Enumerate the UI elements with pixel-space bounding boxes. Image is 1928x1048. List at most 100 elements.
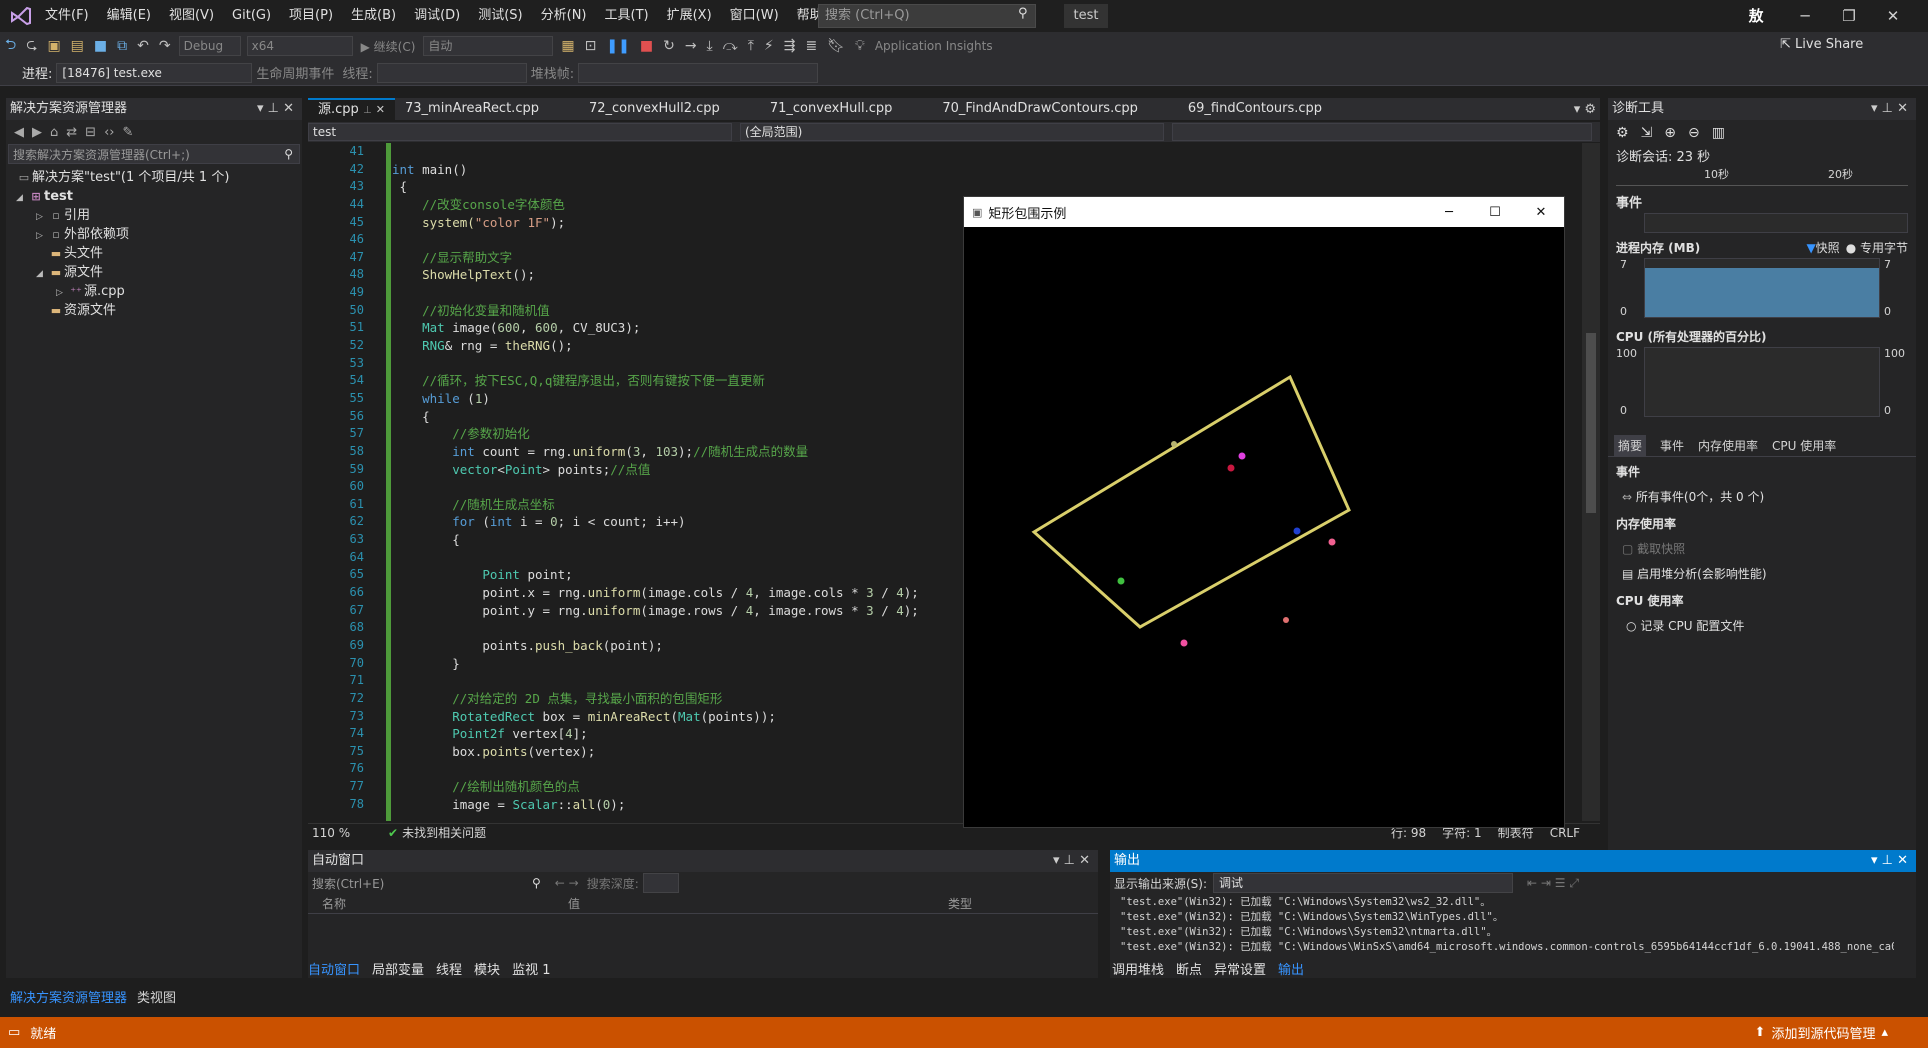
- threads-icon[interactable]: ⇶: [784, 38, 796, 54]
- tree-external-deps[interactable]: ▷ ▫ 外部依赖项: [6, 225, 302, 244]
- restart-icon[interactable]: ↻: [663, 38, 675, 54]
- output-toolbar-icons[interactable]: ⇤ ⇥ ☰ ⤢: [1527, 876, 1579, 891]
- autos-search-input[interactable]: 搜索(Ctrl+E): [312, 875, 532, 892]
- tab-overflow-icon[interactable]: ▾ ⚙: [1574, 102, 1596, 117]
- hot-reload-icon[interactable]: ⚡: [764, 38, 774, 54]
- issues-text[interactable]: 未找到相关问题: [402, 824, 486, 841]
- all-events-link[interactable]: ⇔ 所有事件(0个，共 0 个): [1622, 488, 1916, 505]
- save-icon[interactable]: ■: [94, 38, 107, 54]
- code-editor[interactable]: int main() { //改变console字体颜色 system("col…: [392, 143, 962, 821]
- pause-icon[interactable]: ❚❚: [606, 38, 629, 54]
- output-text[interactable]: "test.exe"(Win32): 已加载 "C:\Windows\Syste…: [1110, 894, 1894, 954]
- thread-select[interactable]: [376, 62, 527, 83]
- pin-icon[interactable]: ▾ ⊥ ✕: [1871, 850, 1908, 872]
- new-project-icon[interactable]: ▣: [47, 38, 60, 54]
- tab-watch1[interactable]: 监视 1: [512, 959, 550, 978]
- app-insights-icon[interactable]: 💡︎: [855, 38, 865, 54]
- scrollbar-thumb[interactable]: [1586, 333, 1596, 513]
- sync-icon[interactable]: ⇄: [66, 125, 77, 140]
- zoom-out-icon[interactable]: ⊖: [1688, 125, 1700, 141]
- save-all-icon[interactable]: ⧉: [117, 38, 127, 54]
- search-icon[interactable]: ⚲: [532, 876, 541, 890]
- tab-output[interactable]: 输出: [1278, 959, 1304, 978]
- menu-edit[interactable]: 编辑(E): [98, 0, 160, 32]
- open-folder-icon[interactable]: ▤: [71, 38, 84, 54]
- tab-threads[interactable]: 线程: [436, 959, 462, 978]
- tab-cpu-usage[interactable]: CPU 使用率: [1772, 437, 1836, 454]
- tree-references[interactable]: ▷ ▫ 引用: [6, 206, 302, 225]
- settings-icon[interactable]: ⚙: [1616, 125, 1629, 141]
- tab-class-view[interactable]: 类视图: [137, 987, 176, 1006]
- pin-icon[interactable]: ▾ ⊥ ✕: [257, 98, 294, 120]
- col-value[interactable]: 值: [568, 895, 948, 912]
- menu-git[interactable]: Git(G): [223, 0, 280, 32]
- tab-modules[interactable]: 模块: [474, 959, 500, 978]
- output-source-select[interactable]: 调试: [1213, 873, 1514, 893]
- live-share-button[interactable]: ⇱ Live Share: [1780, 37, 1863, 52]
- expand-icon[interactable]: ◢: [16, 189, 28, 208]
- back-icon[interactable]: ⮌: [5, 34, 16, 58]
- tree-source-files[interactable]: ◢ ▬ 源文件: [6, 263, 302, 282]
- tab-solution-explorer[interactable]: 解决方案资源管理器: [10, 987, 127, 1006]
- search-icon[interactable]: ⚲: [1018, 6, 1028, 21]
- tab-breakpoints[interactable]: 断点: [1176, 959, 1202, 978]
- bookmark-icon[interactable]: 🔖︎: [827, 38, 845, 54]
- restore-icon[interactable]: ❐: [1827, 0, 1871, 32]
- menu-tools[interactable]: 工具(T): [596, 0, 658, 32]
- process-select[interactable]: [18476] test.exe: [56, 62, 253, 83]
- project-select[interactable]: test: [308, 123, 732, 141]
- stackframe-select[interactable]: [578, 62, 819, 83]
- tree-source-cpp[interactable]: ▷ ⁺⁺ 源.cpp: [6, 282, 302, 301]
- menu-test[interactable]: 测试(S): [469, 0, 531, 32]
- format-icon[interactable]: ≣: [806, 38, 818, 54]
- col-type[interactable]: 类型: [948, 895, 972, 912]
- tab-min-area-rect[interactable]: 73_minAreaRect.cpp: [395, 98, 549, 120]
- pin-icon[interactable]: ⊥: [363, 105, 372, 116]
- pin-icon[interactable]: ▾ ⊥ ✕: [1053, 850, 1090, 872]
- zoom-in-icon[interactable]: ⊕: [1664, 125, 1676, 141]
- menu-view[interactable]: 视图(V): [160, 0, 223, 32]
- close-icon[interactable]: ✕: [1518, 205, 1564, 220]
- forward-icon[interactable]: ▶: [32, 125, 42, 140]
- search-input[interactable]: 搜索 (Ctrl+Q): [818, 4, 1036, 28]
- maximize-icon[interactable]: ☐: [1472, 205, 1518, 220]
- visual-studio-logo-icon[interactable]: [10, 6, 32, 26]
- properties-icon[interactable]: ✎: [122, 125, 133, 140]
- pin-icon[interactable]: ▾ ⊥ ✕: [1871, 98, 1908, 120]
- member-select[interactable]: [1172, 123, 1592, 141]
- record-cpu-button[interactable]: ○ 记录 CPU 配置文件: [1626, 617, 1916, 634]
- lifecycle-events-label[interactable]: 生命周期事件: [256, 63, 334, 82]
- screenshot-icon[interactable]: ⊡: [585, 38, 597, 54]
- tab-exception-settings[interactable]: 异常设置: [1214, 959, 1266, 978]
- tab-summary[interactable]: 摘要: [1614, 435, 1647, 456]
- opencv-title-bar[interactable]: ▣ 矩形包围示例 ─ ☐ ✕: [964, 197, 1564, 227]
- opencv-window[interactable]: ▣ 矩形包围示例 ─ ☐ ✕: [963, 196, 1565, 828]
- continue-button[interactable]: ▶ 继续(C): [361, 38, 416, 55]
- col-name[interactable]: 名称: [308, 895, 568, 912]
- redo-icon[interactable]: ↷: [159, 38, 171, 54]
- home-icon[interactable]: ⌂: [50, 125, 58, 140]
- scope-select[interactable]: (全局范围): [740, 123, 1164, 141]
- tab-locals[interactable]: 局部变量: [372, 959, 424, 978]
- auto-select[interactable]: 自动: [423, 36, 554, 56]
- heap-profiling-button[interactable]: ▤ 启用堆分析(会影响性能): [1622, 565, 1916, 582]
- collapse-icon[interactable]: ▷: [36, 227, 48, 246]
- menu-extensions[interactable]: 扩展(X): [658, 0, 721, 32]
- menu-analyze[interactable]: 分析(N): [532, 0, 596, 32]
- configuration-select[interactable]: Debug: [178, 36, 241, 56]
- menu-debug[interactable]: 调试(D): [405, 0, 469, 32]
- platform-select[interactable]: x64: [246, 36, 353, 56]
- export-icon[interactable]: ⇲: [1641, 125, 1653, 141]
- nav-arrows-icon[interactable]: ← →: [555, 876, 579, 890]
- editor-vertical-scrollbar[interactable]: [1582, 143, 1600, 821]
- forward-icon[interactable]: ⮎: [26, 34, 37, 58]
- tree-resource-files[interactable]: ▬ 资源文件: [6, 301, 302, 320]
- back-icon[interactable]: ◀: [14, 125, 24, 140]
- tree-project[interactable]: ◢ ⊞ test: [6, 187, 302, 206]
- locals-icon[interactable]: ▦: [561, 38, 574, 54]
- step-out-icon[interactable]: ⤒: [748, 38, 754, 54]
- close-icon[interactable]: ✕: [376, 103, 385, 116]
- zoom-select[interactable]: 110 %: [308, 826, 358, 840]
- tree-header-files[interactable]: ▬ 头文件: [6, 244, 302, 263]
- menu-build[interactable]: 生成(B): [342, 0, 405, 32]
